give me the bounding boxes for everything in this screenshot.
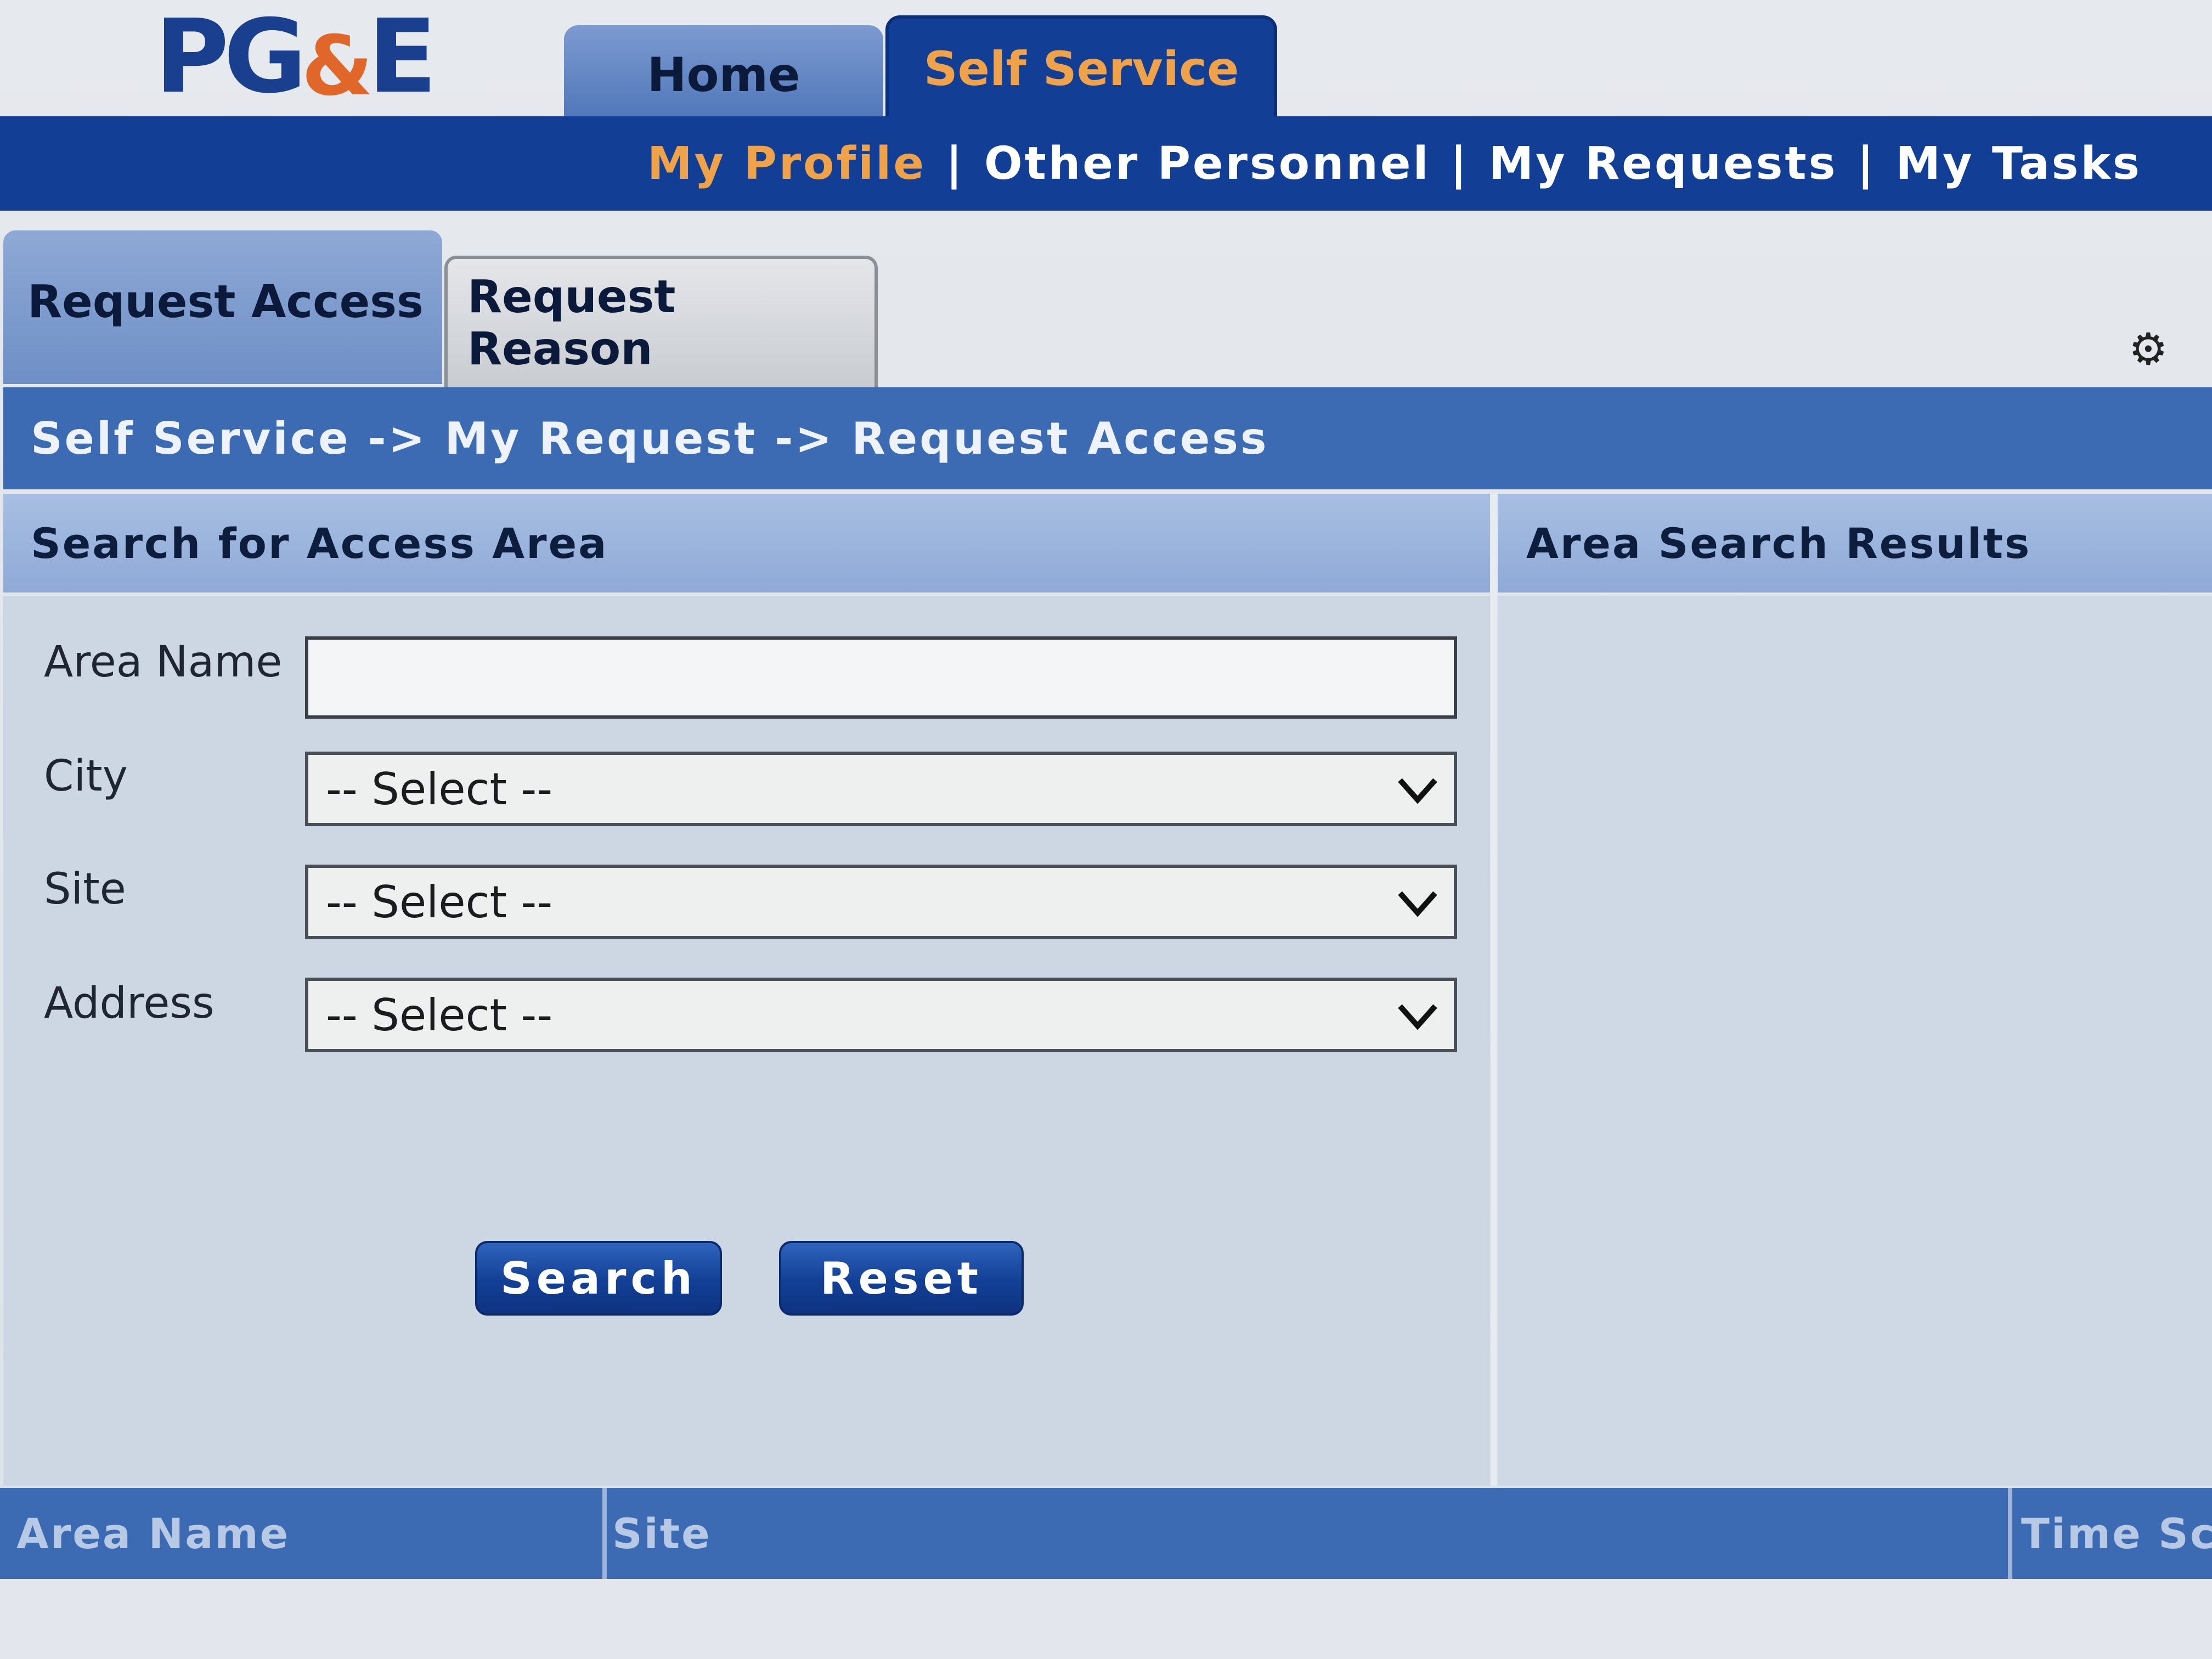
nav-separator: | (1450, 137, 1469, 190)
city-select-value: -- Select -- (326, 763, 553, 815)
breadcrumb-text: Self Service -> My Request -> Request Ac… (31, 413, 1269, 464)
reset-button-label: Reset (820, 1252, 983, 1304)
tab-request-reason[interactable]: Request Reason (444, 256, 878, 387)
logo-e: E (368, 0, 437, 116)
results-panel-title: Area Search Results (1526, 518, 2032, 568)
chevron-down-icon (1398, 778, 1437, 804)
tab-home[interactable]: Home (564, 25, 883, 120)
search-panel-title: Search for Access Area (31, 518, 608, 568)
column-header-label: Area Name (16, 1509, 290, 1558)
tab-request-access[interactable]: Request Access (3, 230, 442, 384)
column-header-label: Site (612, 1509, 712, 1558)
area-name-input[interactable] (305, 636, 1457, 719)
nav-separator: | (1857, 137, 1876, 190)
results-table-body (0, 1579, 2212, 1659)
tab-self-service[interactable]: Self Service (885, 15, 1277, 120)
logo-pg: PG (155, 0, 307, 116)
tools-icon[interactable]: ⚙ (2129, 324, 2168, 375)
reset-button[interactable]: Reset (779, 1241, 1024, 1316)
city-select[interactable]: -- Select -- (305, 752, 1457, 826)
results-panel-header: Area Search Results (1498, 494, 2212, 592)
panel-divider (1491, 494, 1497, 1486)
column-header-site[interactable]: Site (607, 1488, 2012, 1579)
address-select-value: -- Select -- (326, 989, 553, 1041)
address-select[interactable]: -- Select -- (305, 978, 1457, 1052)
nav-separator: | (945, 137, 964, 190)
results-panel-body (1498, 596, 2212, 1486)
tab-self-service-label: Self Service (923, 42, 1239, 97)
chevron-down-icon (1398, 891, 1437, 917)
logo-amp: & (301, 19, 373, 114)
results-table-header: Area Name Site Time Sc (0, 1488, 2212, 1579)
tab-request-reason-label: Request Reason (467, 271, 676, 375)
search-button-label: Search (500, 1252, 697, 1304)
city-label: City (44, 752, 128, 801)
breadcrumb: Self Service -> My Request -> Request Ac… (3, 387, 2212, 489)
nav-my-tasks[interactable]: My Tasks (1895, 138, 2141, 190)
site-select[interactable]: -- Select -- (305, 865, 1457, 939)
nav-other-personnel[interactable]: Other Personnel (984, 138, 1431, 190)
address-label: Address (44, 979, 215, 1028)
chevron-down-icon (1398, 1004, 1437, 1030)
search-button[interactable]: Search (475, 1241, 722, 1316)
site-select-value: -- Select -- (326, 876, 553, 928)
column-header-label: Time Sc (2021, 1509, 2212, 1558)
nav-my-requests[interactable]: My Requests (1489, 138, 1838, 190)
sub-navigation: My Profile | Other Personnel | My Reques… (0, 116, 2212, 211)
tab-request-access-label: Request Access (27, 275, 424, 328)
tab-home-label: Home (647, 48, 800, 103)
nav-my-profile[interactable]: My Profile (647, 138, 926, 190)
site-label: Site (44, 865, 126, 914)
screen: PG & E Home Self Service My Profile | Othe… (0, 0, 2212, 1659)
search-panel-header: Search for Access Area (3, 494, 1490, 592)
area-name-label: Area Name (44, 637, 283, 687)
column-header-area-name[interactable]: Area Name (0, 1488, 607, 1579)
pge-logo[interactable]: PG & E (155, 0, 437, 116)
column-header-time[interactable]: Time Sc (2012, 1488, 2212, 1579)
